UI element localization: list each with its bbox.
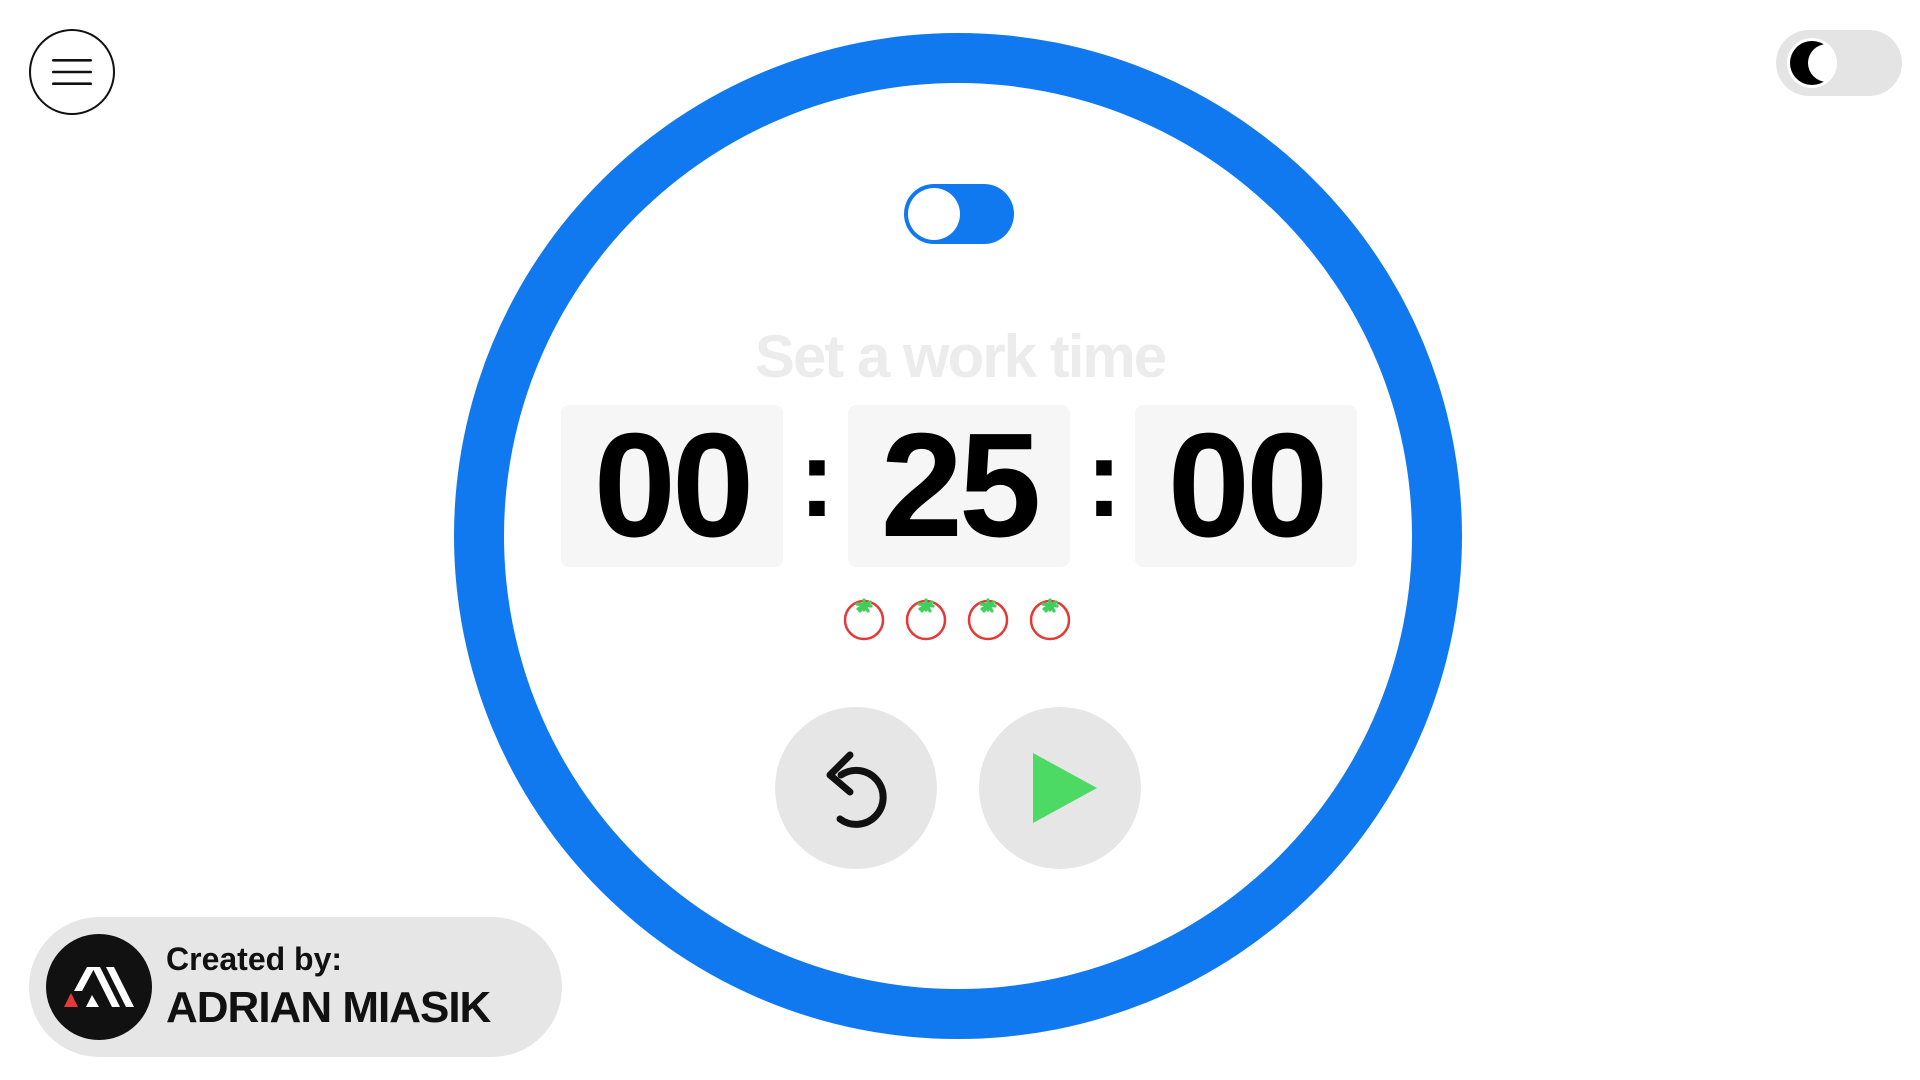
reset-icon	[826, 751, 887, 828]
hamburger-menu-icon	[52, 59, 92, 85]
time-separator: :	[1085, 417, 1123, 540]
menu-button[interactable]	[29, 29, 115, 115]
credit-label: Created by:	[166, 941, 343, 977]
tomato-icon	[843, 598, 885, 641]
pomodoro-app: Set a work time 00 : 25 : 00 Created by:…	[0, 0, 1920, 1080]
play-icon	[1033, 753, 1097, 823]
time-separator: :	[798, 417, 836, 540]
minutes-input[interactable]: 25	[848, 403, 1070, 568]
session-counter	[840, 592, 1080, 642]
author-name: ADRIAN MIASIK	[166, 983, 491, 1032]
hours-input[interactable]: 00	[561, 403, 783, 568]
timer-prompt: Set a work time	[754, 323, 1167, 390]
credit-badge[interactable]: Created by: ADRIAN MIASIK	[29, 917, 562, 1057]
theme-toggle[interactable]	[1776, 30, 1902, 96]
work-break-mode-switch[interactable]	[904, 184, 1014, 244]
moon-icon	[1787, 38, 1837, 88]
play-button[interactable]	[979, 707, 1141, 869]
seconds-input[interactable]: 00	[1135, 403, 1357, 568]
reset-button[interactable]	[775, 707, 937, 869]
tomato-icon	[1029, 598, 1071, 641]
am-logo-icon	[46, 934, 152, 1040]
mode-switch-knob	[908, 188, 960, 240]
tomato-icon	[905, 598, 947, 641]
tomato-icon	[967, 598, 1009, 641]
